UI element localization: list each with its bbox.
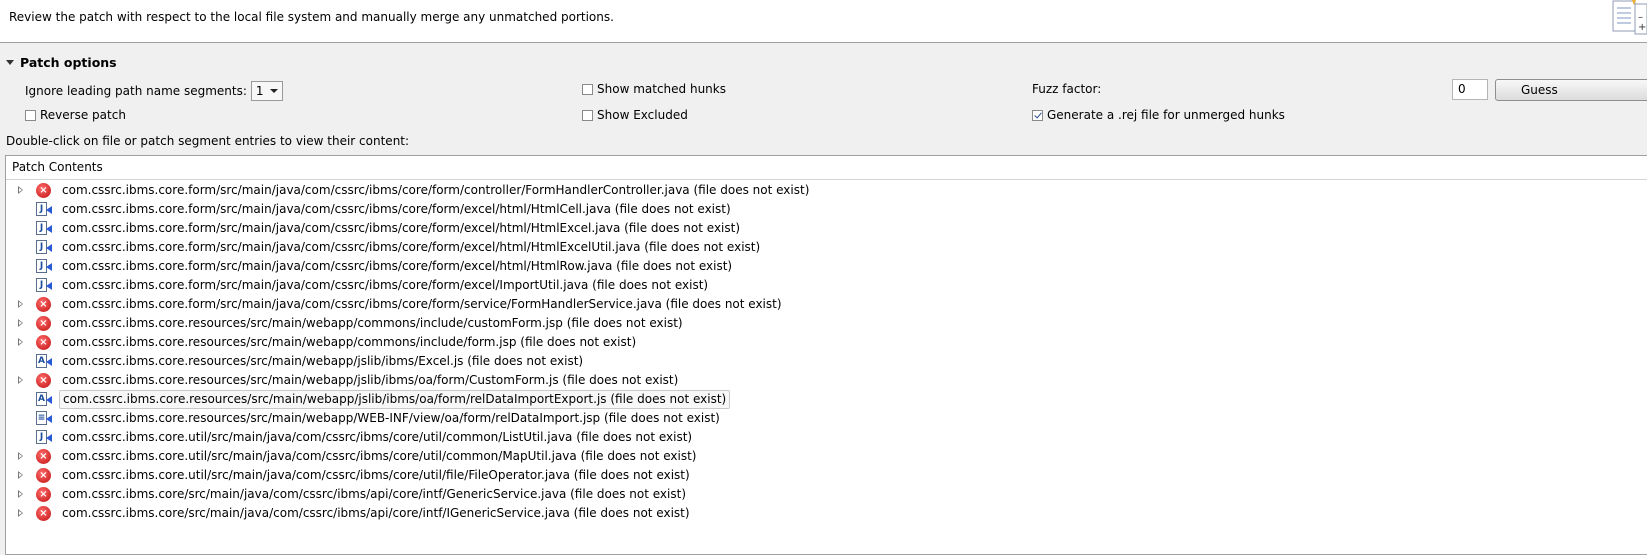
tree-row-label: com.cssrc.ibms.core/src/main/java/com/cs… (62, 487, 687, 501)
generate-rej-label: Generate a .rej file for unmerged hunks (1047, 108, 1285, 122)
expand-arrow-icon[interactable] (18, 300, 23, 308)
tree-row-label: com.cssrc.ibms.core.form/src/main/java/c… (62, 240, 761, 254)
error-icon: × (36, 373, 52, 388)
svg-text:+: + (1638, 22, 1646, 33)
js-file-icon: A (36, 392, 52, 407)
tree-row-label: com.cssrc.ibms.core/src/main/java/com/cs… (62, 506, 690, 520)
dropdown-arrow-icon (269, 89, 278, 93)
tree-row-label: com.cssrc.ibms.core.util/src/main/java/c… (62, 468, 690, 482)
patch-options-toggle[interactable]: Patch options (6, 55, 117, 70)
error-icon: × (36, 316, 52, 331)
tree-rows: × com.cssrc.ibms.core.form/src/main/java/… (6, 180, 1647, 523)
reverse-patch-option[interactable]: Reverse patch (25, 108, 126, 122)
wizard-header: Review the patch with respect to the loc… (0, 0, 1647, 43)
tree-row[interactable]: × com.cssrc.ibms.core.form/src/main/java/… (6, 295, 1647, 314)
tree-row-label: com.cssrc.ibms.core.form/src/main/java/c… (62, 259, 733, 273)
expand-arrow-icon[interactable] (18, 338, 23, 346)
expand-arrow-icon[interactable] (18, 509, 23, 517)
java-file-icon: J (36, 259, 52, 274)
generate-rej-checkbox[interactable] (1032, 109, 1043, 121)
patch-contents-tree[interactable]: Patch Contents × com.cssrc.ibms.core.form… (5, 155, 1647, 555)
error-icon: × (36, 468, 52, 483)
tree-row[interactable]: Jcom.cssrc.ibms.core.form/src/main/java/… (6, 200, 1647, 219)
expand-arrow-icon[interactable] (18, 319, 23, 327)
tree-row[interactable]: ≡ com.cssrc.ibms.core.resources/src/main/… (6, 409, 1647, 428)
tree-row[interactable]: × com.cssrc.ibms.core.util/src/main/java/… (6, 447, 1647, 466)
expand-arrow-icon[interactable] (18, 186, 23, 194)
tree-row[interactable]: × com.cssrc.ibms.core.form/src/main/java/… (6, 181, 1647, 200)
expand-arrow-icon[interactable] (18, 490, 23, 498)
tree-row-label: com.cssrc.ibms.core.resources/src/main/w… (62, 373, 679, 387)
java-file-icon: J (36, 202, 52, 217)
guess-button[interactable]: Guess (1495, 79, 1647, 101)
ignore-segments-row: Ignore leading path name segments: 1 (25, 81, 283, 101)
tree-row[interactable]: × com.cssrc.ibms.core.resources/src/main/… (6, 333, 1647, 352)
expand-arrow-icon[interactable] (18, 376, 23, 384)
tree-row-label: com.cssrc.ibms.core.form/src/main/java/c… (62, 297, 782, 311)
show-matched-checkbox[interactable] (582, 83, 593, 95)
jsp-file-icon: ≡ (36, 411, 52, 426)
tree-row-label: com.cssrc.ibms.core.form/src/main/java/c… (62, 183, 810, 197)
show-excluded-checkbox[interactable] (582, 109, 593, 121)
tree-row[interactable]: Jcom.cssrc.ibms.core.form/src/main/java/… (6, 238, 1647, 257)
tree-row[interactable]: × com.cssrc.ibms.core/src/main/java/com/c… (6, 504, 1647, 523)
error-icon: × (36, 487, 52, 502)
java-file-icon: J (36, 430, 52, 445)
tree-row[interactable]: Jcom.cssrc.ibms.core.form/src/main/java/… (6, 276, 1647, 295)
error-icon: × (36, 297, 52, 312)
tree-row[interactable]: Jcom.cssrc.ibms.core.form/src/main/java/… (6, 257, 1647, 276)
tree-row[interactable]: Acom.cssrc.ibms.core.resources/src/main/… (6, 352, 1647, 371)
fuzz-factor-label: Fuzz factor: (1032, 82, 1102, 96)
show-excluded-label: Show Excluded (597, 108, 688, 122)
tree-row-label: com.cssrc.ibms.core.util/src/main/java/c… (62, 430, 693, 444)
show-matched-label: Show matched hunks (597, 82, 726, 96)
tree-row[interactable]: Jcom.cssrc.ibms.core.form/src/main/java/… (6, 219, 1647, 238)
expand-arrow-icon[interactable] (18, 471, 23, 479)
fuzz-factor-input[interactable]: 0 (1452, 79, 1488, 100)
expand-arrow-icon[interactable] (18, 452, 23, 460)
tree-row-label: com.cssrc.ibms.core.util/src/main/java/c… (62, 449, 697, 463)
ignore-segments-combo[interactable]: 1 (250, 81, 283, 101)
reverse-patch-label: Reverse patch (40, 108, 126, 122)
java-file-icon: J (36, 240, 52, 255)
tree-row[interactable]: × com.cssrc.ibms.core.resources/src/main/… (6, 371, 1647, 390)
tree-row[interactable]: × com.cssrc.ibms.core/src/main/java/com/c… (6, 485, 1647, 504)
tree-row[interactable]: × com.cssrc.ibms.core.resources/src/main/… (6, 314, 1647, 333)
chevron-down-icon (6, 60, 14, 65)
show-matched-option[interactable]: Show matched hunks (582, 82, 726, 96)
tree-row[interactable]: Acom.cssrc.ibms.core.resources/src/main/… (6, 390, 1647, 409)
patch-wizard-icon: – + (1612, 0, 1647, 35)
header-description: Review the patch with respect to the loc… (9, 10, 614, 24)
error-icon: × (36, 506, 52, 521)
patch-options-title: Patch options (20, 55, 117, 70)
tree-row-label: com.cssrc.ibms.core.resources/src/main/w… (62, 354, 584, 368)
java-file-icon: J (36, 221, 52, 236)
error-icon: × (36, 449, 52, 464)
js-file-icon: A (36, 354, 52, 369)
patch-contents-header[interactable]: Patch Contents (6, 156, 1647, 180)
ignore-segments-label: Ignore leading path name segments: (25, 84, 247, 98)
tree-row-label: com.cssrc.ibms.core.form/src/main/java/c… (62, 278, 709, 292)
error-icon: × (36, 335, 52, 350)
tree-row-label: com.cssrc.ibms.core.form/src/main/java/c… (62, 221, 741, 235)
double-click-hint: Double-click on file or patch segment en… (6, 134, 410, 148)
tree-row[interactable]: × com.cssrc.ibms.core.util/src/main/java/… (6, 466, 1647, 485)
generate-rej-option[interactable]: Generate a .rej file for unmerged hunks (1032, 108, 1285, 122)
tree-row-label: com.cssrc.ibms.core.form/src/main/java/c… (62, 202, 731, 216)
ignore-segments-value: 1 (255, 84, 264, 98)
tree-row-label: com.cssrc.ibms.core.resources/src/main/w… (62, 411, 720, 425)
tree-row-label: com.cssrc.ibms.core.resources/src/main/w… (59, 390, 731, 409)
show-excluded-option[interactable]: Show Excluded (582, 108, 688, 122)
error-icon: × (36, 183, 52, 198)
java-file-icon: J (36, 278, 52, 293)
tree-row-label: com.cssrc.ibms.core.resources/src/main/w… (62, 316, 683, 330)
tree-row-label: com.cssrc.ibms.core.resources/src/main/w… (62, 335, 637, 349)
reverse-patch-checkbox[interactable] (25, 109, 36, 121)
tree-row[interactable]: Jcom.cssrc.ibms.core.util/src/main/java/… (6, 428, 1647, 447)
